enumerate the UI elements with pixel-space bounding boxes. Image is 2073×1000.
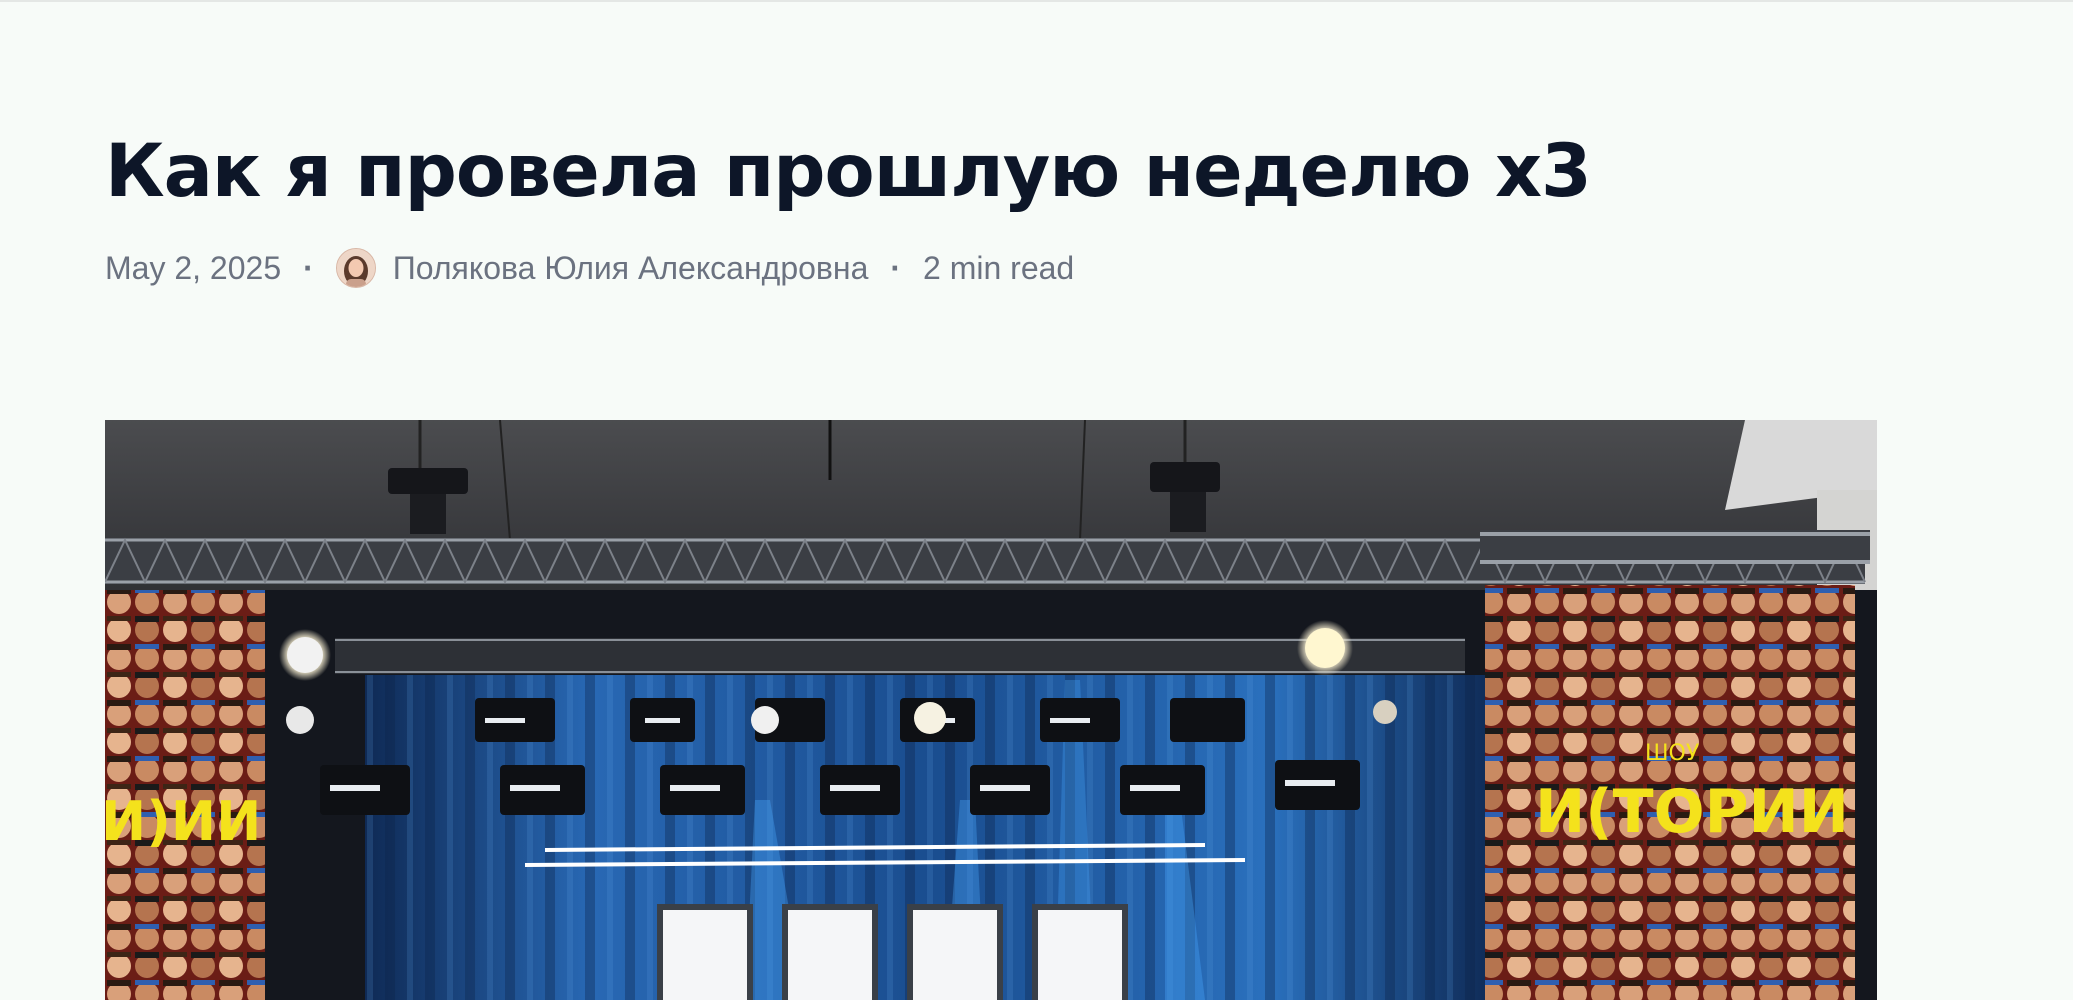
meta-separator: · bbox=[890, 249, 902, 286]
poster-text-left: И)ИИ bbox=[105, 790, 261, 853]
top-divider bbox=[0, 0, 2073, 2]
read-time: 2 min read bbox=[923, 249, 1075, 286]
poster-small-text: ШОУ bbox=[1645, 741, 1700, 766]
author-name[interactable]: Полякова Юлия Александровна bbox=[393, 250, 869, 287]
publish-date: May 2, 2025 bbox=[105, 249, 282, 286]
poster-text-right: И(ТОРИИ bbox=[1535, 777, 1849, 847]
meta-separator: · bbox=[303, 249, 314, 286]
author-avatar[interactable] bbox=[335, 248, 376, 288]
article-meta: May 2, 2025 · Полякова Юлия Александровн… bbox=[105, 246, 1074, 290]
hero-image: И)ИИ ШОУ И(ТОРИИ bbox=[105, 420, 1877, 1000]
article-title: Как я провела прошлую неделю x3 bbox=[105, 129, 1592, 214]
